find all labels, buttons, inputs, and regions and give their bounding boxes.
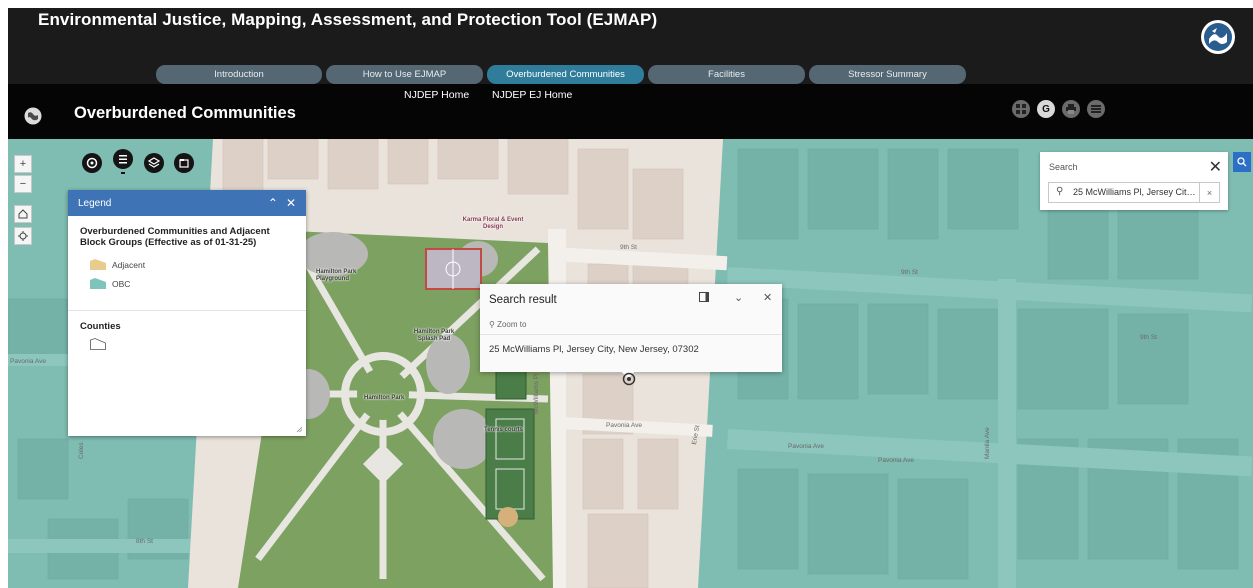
legend-header: Legend ⌃ ✕	[68, 190, 306, 216]
top-header: Environmental Justice, Mapping, Assessme…	[8, 8, 1253, 84]
search-box: ⚲ ×	[1048, 182, 1220, 203]
poi-hamilton-park: Hamilton Park	[364, 395, 405, 401]
legend-item-label: Adjacent	[112, 259, 146, 270]
close-icon[interactable]: ✕	[286, 196, 296, 210]
legend-group-counties: Counties	[80, 321, 121, 332]
street-label-pavonia-east: Pavonia Ave	[788, 443, 825, 450]
poi-splash-pad: Hamilton Park Splash Pad	[413, 329, 455, 342]
legend-list-icon[interactable]	[113, 149, 133, 169]
tab-how-to-use[interactable]: How to Use EJMAP	[326, 65, 483, 84]
page-title: Overburdened Communities	[74, 104, 296, 122]
tab-facilities[interactable]: Facilities	[648, 65, 805, 84]
legend-panel: Legend ⌃ ✕ Overburdened Communities and …	[68, 190, 306, 436]
popup-divider	[480, 334, 782, 335]
njdep-logo-icon[interactable]	[1201, 20, 1235, 54]
legend-item-adjacent: Adjacent	[90, 259, 145, 270]
street-label-coles: Coles	[78, 442, 85, 459]
street-label-pavonia-east-2: Pavonia Ave	[878, 457, 915, 464]
home-button[interactable]	[14, 205, 32, 223]
google-icon[interactable]: G	[1037, 100, 1055, 118]
home-icon	[18, 209, 28, 219]
njdep-ej-home-link[interactable]: NJDEP EJ Home	[492, 89, 572, 101]
search-heading: Search	[1049, 162, 1078, 172]
popup-address: 25 McWilliams Pl, Jersey City, New Jerse…	[489, 344, 699, 355]
zoom-to-label: Zoom to	[497, 320, 527, 329]
close-icon[interactable]: ✕	[763, 291, 772, 304]
poi-tennis-courts: Tennis courts	[484, 427, 523, 433]
grid-icon[interactable]	[1012, 100, 1030, 118]
resize-handle-icon[interactable]	[296, 426, 303, 433]
app-window: Environmental Justice, Mapping, Assessme…	[8, 8, 1253, 588]
search-button[interactable]	[1233, 152, 1251, 172]
locate-icon	[18, 231, 28, 241]
swatch-icon	[90, 278, 106, 289]
legend-item-label: OBC	[112, 278, 131, 289]
zoom-out-button[interactable]: −	[14, 175, 32, 193]
share-icon[interactable]	[1087, 100, 1105, 118]
search-panel: Search ✕ ⚲ ×	[1040, 152, 1228, 210]
street-label-manila: Manila Ave	[984, 427, 991, 459]
close-icon[interactable]: ✕	[1209, 157, 1222, 177]
clear-search-button[interactable]: ×	[1199, 183, 1219, 202]
location-marker-icon[interactable]	[622, 372, 636, 386]
collapse-icon[interactable]: ⌃	[268, 196, 278, 210]
poi-playground: Hamilton Park Playground	[316, 269, 357, 282]
legend-title: Legend	[78, 197, 112, 209]
legend-item-obc: OBC	[90, 278, 130, 289]
dock-icon[interactable]	[699, 292, 709, 305]
tab-introduction[interactable]: Introduction	[156, 65, 322, 84]
street-label-9th-st-far: 9th St	[1140, 334, 1157, 341]
swatch-icon	[90, 259, 106, 270]
chevron-down-icon[interactable]: ⌄	[734, 291, 743, 304]
legend-divider	[68, 310, 306, 311]
street-label-9th-st-east: 9th St	[901, 269, 918, 276]
poi-karma-floral: Karma Floral & Event Design	[462, 217, 524, 230]
zoom-in-button[interactable]: +	[14, 155, 32, 173]
popup-title: Search result	[489, 294, 557, 306]
street-label-mcwilliams: McWilliams Pl	[533, 373, 540, 414]
legend-group-obc: Overburdened Communities and Adjacent Bl…	[80, 226, 270, 248]
tab-stressor-summary[interactable]: Stressor Summary	[809, 65, 966, 84]
bookmark-icon[interactable]	[174, 153, 194, 173]
search-result-popup: Search result ⌄ ✕ ⚲ Zoom to 25 McWilliam…	[480, 284, 782, 379]
select-icon[interactable]	[82, 153, 102, 173]
search-icon: ⚲	[1056, 186, 1064, 197]
street-label-8th-st: 8th St	[136, 538, 153, 545]
print-icon[interactable]	[1062, 100, 1080, 118]
street-label-9th-st: 9th St	[620, 244, 637, 251]
globe-icon	[24, 107, 42, 125]
street-label-pavonia-west: Pavonia Ave	[10, 358, 47, 365]
search-input[interactable]	[1073, 187, 1199, 197]
street-label-pavonia: Pavonia Ave	[606, 422, 643, 429]
active-widget-indicator	[121, 172, 125, 174]
tab-overburdened-communities[interactable]: Overburdened Communities	[487, 65, 644, 84]
search-icon	[1237, 157, 1247, 167]
map-view[interactable]: 9th St 9th St 9th St 8th St Pavonia Ave …	[8, 139, 1253, 588]
zoom-icon: ⚲	[489, 320, 495, 329]
counties-swatch-icon	[90, 338, 106, 350]
nav-tabs: Introduction How to Use EJMAP Overburden…	[156, 65, 970, 84]
app-title: Environmental Justice, Mapping, Assessme…	[38, 10, 658, 29]
locate-button[interactable]	[14, 227, 32, 245]
layers-icon[interactable]	[144, 153, 164, 173]
sub-header: Overburdened Communities NJDEP Home NJDE…	[8, 84, 1253, 139]
zoom-to-action[interactable]: ⚲ Zoom to	[489, 320, 526, 329]
njdep-home-link[interactable]: NJDEP Home	[404, 89, 469, 101]
